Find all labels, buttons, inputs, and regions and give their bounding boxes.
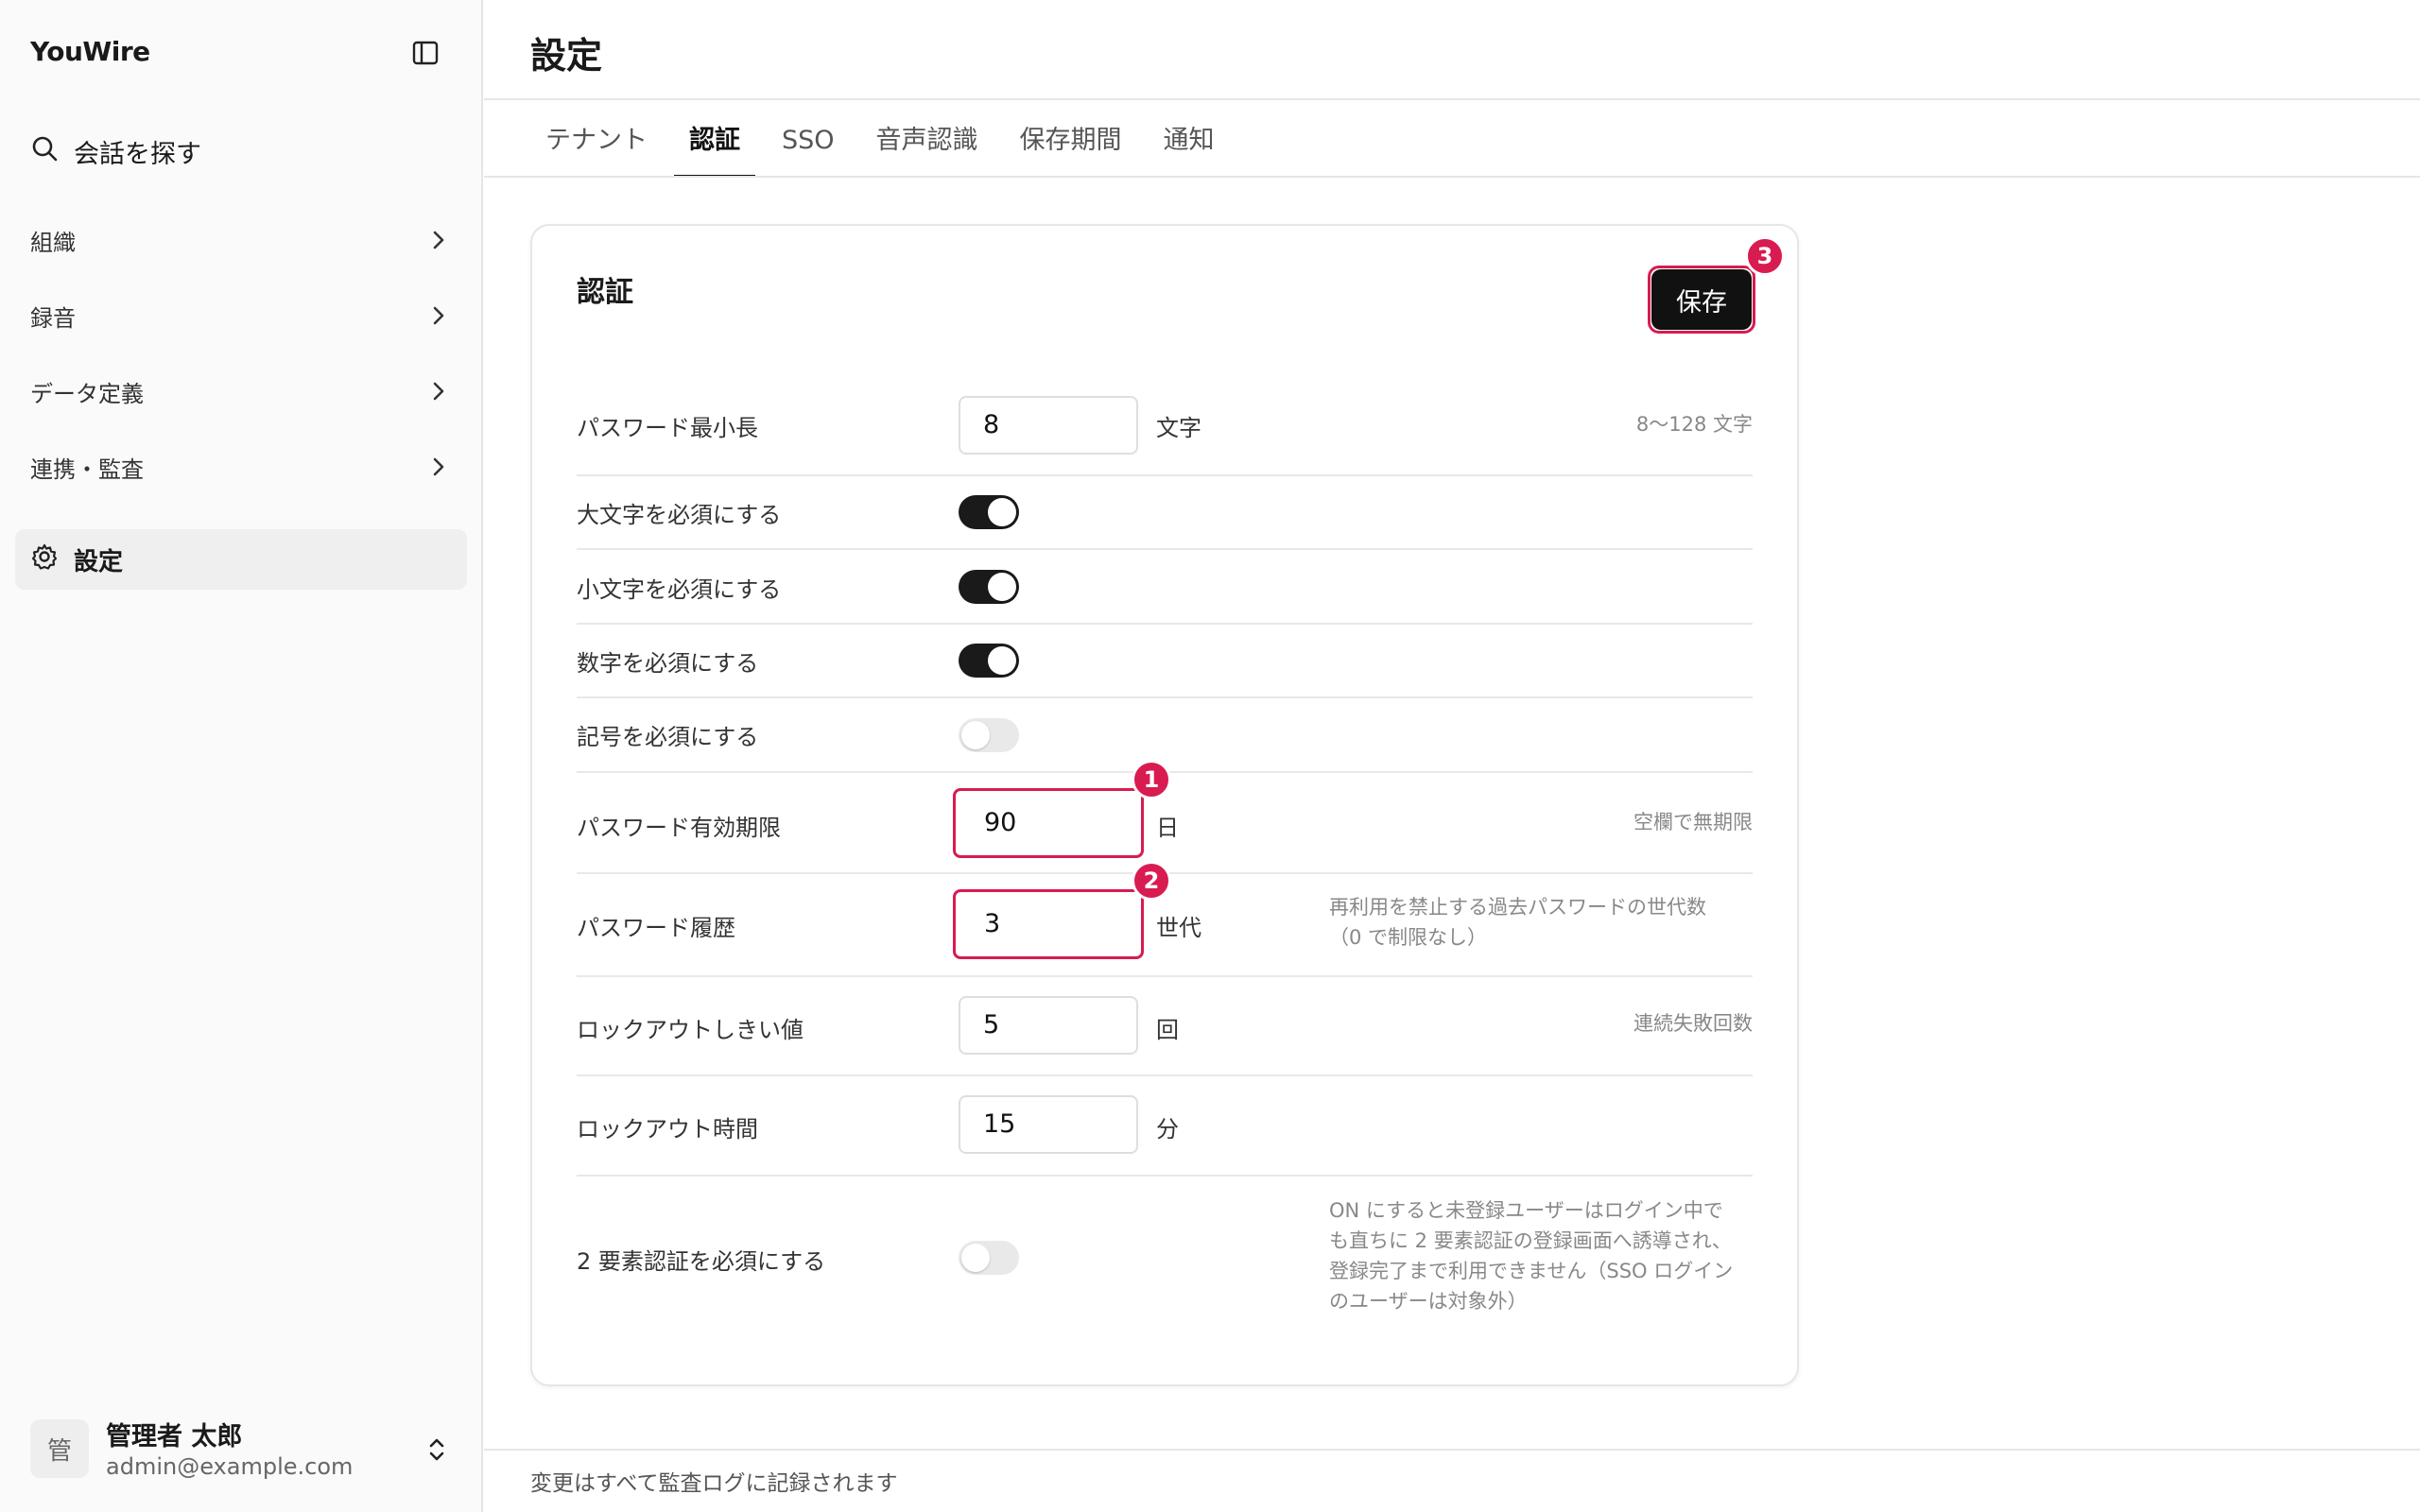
chevron-right-icon [425,227,452,253]
history-hint-line-2: （0 で制限なし） [1329,926,1488,949]
history-hint-line-1: 再利用を禁止する過去パスワードの世代数 [1329,896,1706,919]
tab-sso[interactable]: SSO [767,121,850,178]
history-label: パスワード履歴 [577,915,735,941]
tab-tenant[interactable]: テナント [530,121,663,178]
min-length-hint: 8〜128 文字 [1635,413,1753,436]
expiry-hint: 空欄で無期限 [1634,811,1753,833]
mfa-hint-line-2: も直ちに 2 要素認証の登録画面へ誘導され、 [1329,1229,1732,1252]
lockout-threshold-unit: 回 [1156,1017,1179,1043]
tab-bar: テナント 認証 SSO 音声認識 保存期間 通知 [530,121,1241,178]
toggle-knob [961,721,990,749]
min-length-input[interactable]: 8 [959,396,1138,455]
lockout-duration-label: ロックアウト時間 [577,1116,758,1143]
sidebar-item-recordings[interactable]: 録音 [30,295,452,336]
symbols-toggle[interactable] [959,718,1019,752]
sidebar-item-data-definitions[interactable]: データ定義 [30,370,452,412]
user-menu[interactable]: 管 管理者 太郎 admin@example.com [30,1416,452,1484]
sidebar: YouWire 会話を探す 組織 録音 データ定義 連携・監査 設定 管 管理者… [0,0,483,1512]
row-divider [577,548,1753,550]
mfa-toggle[interactable] [959,1241,1019,1275]
audit-log-note: 変更はすべて監査ログに記録されます [530,1471,898,1496]
tab-speech-recognition[interactable]: 音声認識 [861,121,994,178]
tab-authentication[interactable]: 認証 [674,121,755,178]
expiry-input[interactable]: 90 [953,788,1144,858]
step-marker-2: 2 [1132,861,1171,901]
user-name: 管理者 太郎 [106,1422,243,1452]
expiry-label: パスワード有効期限 [577,815,781,841]
chevron-up-down-icon[interactable] [422,1435,452,1465]
page-title: 設定 [530,35,603,77]
save-button[interactable]: 保存 [1651,269,1752,330]
lockout-threshold-input[interactable]: 5 [959,996,1138,1055]
lockout-threshold-hint: 連続失敗回数 [1634,1012,1753,1035]
row-divider [577,474,1753,476]
step-marker-3: 3 [1745,236,1785,276]
row-divider [577,623,1753,625]
sidebar-item-label: 連携・監査 [30,455,144,483]
toggle-knob [988,498,1016,526]
search-conversations[interactable]: 会話を探す [30,132,201,170]
search-icon [30,134,59,169]
row-divider [577,696,1753,698]
expiry-unit: 日 [1156,815,1179,841]
chevron-right-icon [425,302,452,329]
sidebar-item-label: 組織 [30,229,76,256]
step-marker-1: 1 [1132,760,1171,799]
card-title: 認証 [577,276,633,309]
symbols-label: 記号を必須にする [577,724,759,750]
mfa-hint-line-4: のユーザーは対象外） [1329,1290,1528,1313]
history-input[interactable]: 3 [953,889,1144,959]
mfa-hint-line-3: 登録完了まで利用できません（SSO ログイン [1329,1260,1734,1282]
sidebar-item-settings[interactable]: 設定 [15,529,467,590]
row-divider [577,1074,1753,1076]
toggle-knob [988,646,1016,675]
sidebar-toggle-icon[interactable] [410,38,441,68]
lockout-threshold-label: ロックアウトしきい値 [577,1017,804,1043]
digits-label: 数字を必須にする [577,650,759,677]
tab-notifications[interactable]: 通知 [1149,121,1230,178]
uppercase-label: 大文字を必須にする [577,502,782,528]
history-unit: 世代 [1156,915,1201,941]
toggle-knob [961,1244,990,1272]
sidebar-item-label: 設定 [74,547,124,576]
uppercase-toggle[interactable] [959,495,1019,529]
row-divider [577,975,1753,977]
sidebar-item-integration-audit[interactable]: 連携・監査 [30,446,452,488]
lowercase-toggle[interactable] [959,570,1019,604]
toggle-knob [988,573,1016,601]
sidebar-item-label: 録音 [30,304,76,332]
sidebar-item-organization[interactable]: 組織 [30,219,452,261]
lockout-duration-input[interactable]: 15 [959,1095,1138,1154]
tabs-divider [484,176,2420,178]
lockout-duration-unit: 分 [1156,1116,1179,1143]
digits-toggle[interactable] [959,644,1019,678]
mfa-hint-line-1: ON にすると未登録ユーザーはログイン中で [1329,1199,1723,1222]
min-length-label: パスワード最小長 [577,415,758,441]
search-label: 会話を探す [74,139,201,169]
lowercase-label: 小文字を必須にする [577,576,782,603]
row-divider [577,1175,1753,1177]
gear-icon [30,542,59,577]
mfa-label: 2 要素認証を必須にする [577,1248,826,1275]
footer-divider [484,1449,2420,1451]
tab-retention[interactable]: 保存期間 [1005,121,1137,178]
chevron-right-icon [425,454,452,480]
avatar: 管 [30,1419,89,1478]
sidebar-item-label: データ定義 [30,380,144,407]
brand-logo: YouWire [30,36,150,67]
header-divider [484,98,2420,100]
user-email: admin@example.com [106,1453,354,1480]
chevron-right-icon [425,378,452,404]
min-length-unit: 文字 [1156,415,1201,441]
